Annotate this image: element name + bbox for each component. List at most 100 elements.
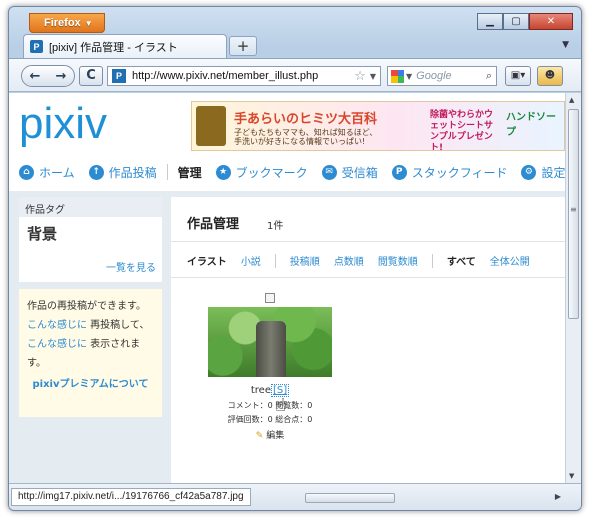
tree-trunk-graphic bbox=[256, 321, 286, 377]
nav-item-inbox[interactable]: ✉ 受信箱 bbox=[321, 164, 378, 181]
pixiv-logo[interactable]: pixiv bbox=[19, 99, 107, 149]
maximize-button[interactable]: ▢ bbox=[503, 13, 529, 30]
banner-headline: 手あらいのヒミツ大百科 bbox=[234, 112, 378, 127]
tag-more-link[interactable]: 一覧を見る bbox=[106, 259, 156, 274]
back-arrow-icon[interactable]: ← bbox=[22, 69, 48, 84]
page-viewport: pixiv 手あらいのヒミツ大百科 子どもたちもママも、知れば知るほど、手洗いが… bbox=[9, 93, 565, 483]
filter-all[interactable]: すべて bbox=[447, 253, 476, 268]
work-stats: コメント：0 閲覧数：0 評価回数：0 総合点：0 bbox=[207, 399, 333, 427]
global-nav: ⌂ ホーム ↑ 作品投稿 管理 ★ ブックマーク ✉ 受信箱 P スタックフィード ⚙ 設定 bbox=[19, 161, 565, 183]
filter-novel[interactable]: 小説 bbox=[241, 253, 261, 268]
banner-promo: 除菌やわらかウェットシートサンプルプレゼント! bbox=[430, 110, 494, 151]
url-bar[interactable]: P http://www.pixiv.net/member_illust.php… bbox=[107, 66, 381, 86]
scroll-up-icon[interactable]: ▲ bbox=[569, 96, 574, 104]
filter-divider bbox=[274, 253, 276, 268]
work-item: tree [S] コメント：0 閲覧数：0 評価回数：0 総合点：0 ✎ 編集 bbox=[207, 293, 333, 441]
banner-text: 子どもたちもママも、知れば知るほど、手洗いが好きになる情報でいっぱい! bbox=[234, 128, 378, 146]
filter-illust[interactable]: イラスト bbox=[187, 253, 227, 268]
sort-by-post[interactable]: 投稿順 bbox=[290, 253, 320, 268]
nav-item-upload[interactable]: ↑ 作品投稿 bbox=[88, 164, 157, 181]
scroll-grip-icon: ≡ bbox=[570, 205, 577, 214]
minimize-button[interactable]: ▁ bbox=[477, 13, 503, 30]
pencil-icon: ✎ bbox=[255, 431, 264, 441]
work-select-checkbox[interactable] bbox=[265, 293, 275, 303]
forward-arrow-icon[interactable]: → bbox=[48, 69, 74, 84]
premium-link[interactable]: pixivプレミアムについて bbox=[27, 375, 154, 394]
divider bbox=[171, 241, 565, 242]
tab-title: [pixiv] 作品管理 - イラスト bbox=[49, 41, 178, 54]
filter-divider bbox=[431, 253, 433, 268]
search-icon[interactable]: ⌕ bbox=[486, 69, 492, 83]
firefox-menu-label: Firefox bbox=[44, 17, 81, 29]
tag-name-link[interactable]: 背景 bbox=[19, 217, 162, 244]
rating-count: 評価回数：0 bbox=[227, 415, 273, 424]
upload-icon: ↑ bbox=[88, 164, 104, 180]
info-text: 再投稿して、 bbox=[87, 320, 150, 331]
nav-item-stackfeed[interactable]: P スタックフィード bbox=[391, 164, 508, 181]
work-management-panel: 作品管理 1件 イラスト 小説 投稿順 点数順 閲覧数順 すべて 全体公開 tr… bbox=[171, 197, 565, 483]
nav-item-manage[interactable]: 管理 bbox=[178, 164, 202, 181]
star-icon: ★ bbox=[215, 164, 231, 180]
work-thumbnail[interactable] bbox=[208, 307, 332, 377]
back-forward-group: ← → bbox=[21, 65, 75, 87]
total-score: 総合点：0 bbox=[275, 415, 313, 424]
work-title[interactable]: tree bbox=[251, 385, 271, 396]
bookmarks-menu-button[interactable]: ▣▾ bbox=[505, 66, 531, 86]
new-tab-button[interactable]: + bbox=[229, 36, 257, 56]
nav-divider bbox=[166, 164, 168, 180]
site-identity-icon[interactable]: P bbox=[112, 69, 126, 83]
sort-by-score[interactable]: 点数順 bbox=[334, 253, 364, 268]
reload-button[interactable]: C bbox=[79, 66, 103, 86]
ad-banner[interactable]: 手あらいのヒミツ大百科 子どもたちもママも、知れば知るほど、手洗いが好きになる情… bbox=[191, 101, 565, 151]
nav-label: 設定 bbox=[541, 165, 565, 180]
filter-bar: イラスト 小説 投稿順 点数順 閲覧数順 すべて 全体公開 bbox=[187, 253, 544, 268]
nav-label: ホーム bbox=[39, 165, 75, 180]
nav-item-bookmark[interactable]: ★ ブックマーク bbox=[215, 164, 308, 181]
repost-info-box: 作品の再投稿ができます。 こんな感じに 再投稿して、 こんな感じに 表示されます… bbox=[19, 289, 162, 417]
nav-label: スタックフィード bbox=[411, 165, 508, 180]
banner-book-image bbox=[196, 106, 226, 146]
nav-label: 作品投稿 bbox=[108, 165, 157, 180]
firefox-menu-button[interactable]: Firefox ▼ bbox=[29, 13, 105, 33]
window-controls: ▁ ▢ ✕ bbox=[477, 13, 573, 30]
edit-link[interactable]: ✎ 編集 bbox=[207, 428, 333, 441]
horizontal-scrollbar[interactable]: ▶ bbox=[295, 492, 561, 504]
tag-box-header: 作品タグ bbox=[19, 197, 162, 217]
divider bbox=[171, 277, 565, 278]
example-link-1[interactable]: こんな感じに bbox=[27, 320, 87, 331]
bookmark-star-icon[interactable]: ☆ bbox=[354, 69, 366, 84]
nav-label: 受信箱 bbox=[341, 165, 378, 180]
url-history-chevron-icon[interactable]: ▼ bbox=[370, 72, 376, 81]
addon-face-button[interactable]: ☻ bbox=[537, 66, 563, 86]
search-engine-chevron-icon[interactable]: ▼ bbox=[406, 72, 412, 81]
nav-label: ブックマーク bbox=[235, 165, 308, 180]
search-placeholder[interactable]: Google bbox=[416, 70, 486, 82]
filter-public[interactable]: 全体公開 bbox=[490, 253, 530, 268]
vertical-scrollbar[interactable]: ▲ ≡ ▼ bbox=[565, 93, 581, 483]
status-bar: http://img17.pixiv.net/i.../19176766_cf4… bbox=[9, 483, 581, 510]
google-engine-icon[interactable] bbox=[391, 69, 404, 83]
sort-by-views[interactable]: 閲覧数順 bbox=[378, 253, 418, 268]
tab-pixiv[interactable]: P [pixiv] 作品管理 - イラスト bbox=[23, 34, 227, 58]
edit-label: 編集 bbox=[266, 431, 285, 441]
vertical-scroll-thumb[interactable] bbox=[568, 109, 579, 319]
example-link-2[interactable]: こんな感じに bbox=[27, 339, 87, 350]
scroll-down-icon[interactable]: ▼ bbox=[569, 472, 574, 480]
hand-cursor-icon: ☝ bbox=[275, 395, 286, 416]
info-text: 作品の再投稿ができます。 bbox=[27, 301, 146, 312]
work-count: 1件 bbox=[267, 221, 284, 232]
page-title: 作品管理 bbox=[187, 217, 240, 232]
close-window-button[interactable]: ✕ bbox=[529, 13, 573, 30]
feed-icon: P bbox=[391, 164, 407, 180]
scroll-right-icon[interactable]: ▶ bbox=[555, 492, 561, 501]
tab-list-chevron-icon[interactable]: ▼ bbox=[562, 40, 569, 50]
nav-item-settings[interactable]: ⚙ 設定 bbox=[521, 164, 565, 181]
status-url: http://img17.pixiv.net/i.../19176766_cf4… bbox=[11, 488, 251, 506]
nav-item-home[interactable]: ⌂ ホーム bbox=[19, 164, 75, 181]
url-text[interactable]: http://www.pixiv.net/member_illust.php bbox=[132, 70, 354, 82]
navigation-toolbar: ← → C P http://www.pixiv.net/member_illu… bbox=[9, 58, 581, 92]
banner-brand: ハンドソープ bbox=[506, 112, 556, 138]
horizontal-scroll-thumb[interactable] bbox=[305, 493, 395, 503]
home-icon: ⌂ bbox=[19, 164, 34, 180]
search-bar[interactable]: ▼ Google ⌕ bbox=[387, 66, 497, 86]
